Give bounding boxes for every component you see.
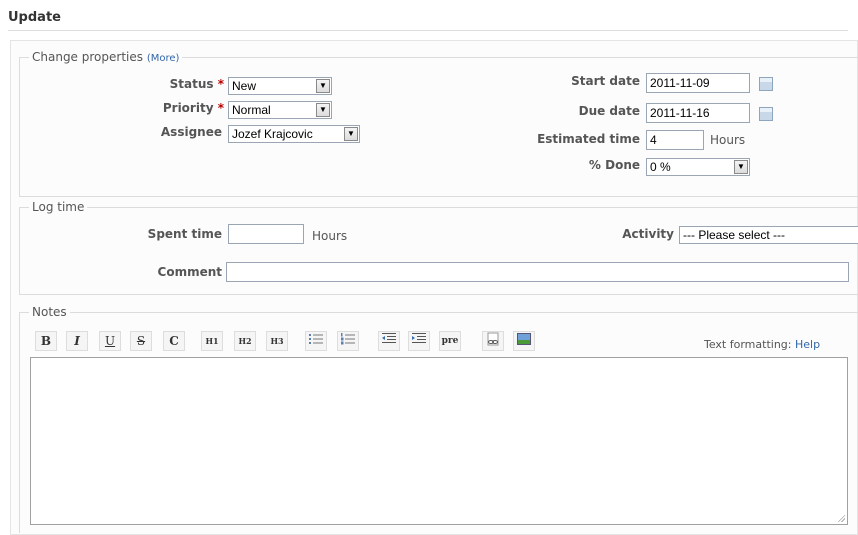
comment-input[interactable] bbox=[226, 262, 849, 282]
comment-label: Comment bbox=[157, 265, 222, 279]
status-label-text: Status bbox=[169, 77, 214, 91]
link-icon[interactable] bbox=[482, 331, 504, 351]
page-title: Update bbox=[8, 10, 61, 25]
done-select-value: 0 % bbox=[650, 160, 671, 174]
code-button[interactable]: C bbox=[163, 331, 185, 351]
status-label: Status * bbox=[120, 77, 224, 91]
activity-select-value: --- Please select --- bbox=[683, 228, 786, 242]
done-select[interactable]: 0 % ▼ bbox=[646, 158, 750, 176]
assignee-select-value: Jozef Krajcovic bbox=[232, 127, 313, 141]
status-select[interactable]: New ▼ bbox=[228, 77, 332, 95]
indent-icon[interactable] bbox=[408, 331, 430, 351]
h1-button[interactable]: H1 bbox=[201, 331, 223, 351]
change-properties-legend-text: Change properties bbox=[32, 50, 143, 64]
chevron-down-icon: ▼ bbox=[316, 79, 330, 93]
estimated-time-input[interactable]: 4 bbox=[646, 130, 704, 150]
h3-button[interactable]: H3 bbox=[266, 331, 288, 351]
text-formatting-label: Text formatting: bbox=[704, 338, 792, 351]
priority-label-text: Priority bbox=[162, 101, 214, 115]
chevron-down-icon: ▼ bbox=[734, 160, 748, 174]
start-date-input[interactable]: 2011-11-09 bbox=[646, 73, 750, 93]
spent-time-label: Spent time bbox=[147, 227, 222, 241]
activity-label: Activity bbox=[622, 227, 674, 241]
help-link[interactable]: Help bbox=[795, 338, 820, 351]
outdent-icon[interactable] bbox=[378, 331, 400, 351]
pre-button[interactable]: pre bbox=[439, 331, 461, 351]
notes-textarea[interactable] bbox=[30, 357, 848, 525]
status-required-marker: * bbox=[217, 77, 224, 91]
image-icon[interactable] bbox=[513, 331, 535, 351]
priority-required-marker: * bbox=[217, 101, 224, 115]
notes-legend: Notes bbox=[29, 305, 70, 319]
underline-button[interactable]: U bbox=[99, 331, 121, 351]
priority-select[interactable]: Normal ▼ bbox=[228, 101, 332, 119]
done-label: % Done bbox=[588, 158, 640, 172]
start-date-label: Start date bbox=[571, 74, 640, 88]
due-date-label: Due date bbox=[578, 104, 640, 118]
calendar-icon[interactable] bbox=[759, 77, 773, 91]
due-date-input[interactable]: 2011-11-16 bbox=[646, 103, 750, 123]
chevron-down-icon: ▼ bbox=[316, 103, 330, 117]
unordered-list-icon[interactable] bbox=[305, 331, 327, 351]
italic-button[interactable]: I bbox=[66, 331, 88, 351]
assignee-label: Assignee bbox=[160, 125, 222, 139]
priority-select-value: Normal bbox=[232, 103, 271, 117]
priority-label: Priority * bbox=[120, 101, 224, 115]
chevron-down-icon: ▼ bbox=[344, 127, 358, 141]
title-divider bbox=[8, 30, 848, 31]
more-link[interactable]: (More) bbox=[147, 53, 180, 64]
status-select-value: New bbox=[232, 79, 257, 93]
spent-time-unit: Hours bbox=[312, 229, 348, 243]
text-formatting: Text formatting: Help bbox=[704, 338, 820, 351]
assignee-select[interactable]: Jozef Krajcovic ▼ bbox=[228, 125, 360, 143]
h2-button[interactable]: H2 bbox=[234, 331, 256, 351]
strike-button[interactable]: S bbox=[130, 331, 152, 351]
change-properties-legend: Change properties (More) bbox=[29, 50, 183, 64]
spent-time-input[interactable] bbox=[228, 224, 304, 244]
log-time-legend: Log time bbox=[29, 200, 88, 214]
resize-grip-icon[interactable] bbox=[837, 514, 845, 522]
calendar-icon[interactable] bbox=[759, 107, 773, 121]
activity-select[interactable]: --- Please select --- bbox=[679, 226, 858, 244]
estimated-time-label: Estimated time bbox=[537, 132, 640, 146]
estimated-time-unit: Hours bbox=[710, 133, 746, 147]
ordered-list-icon[interactable] bbox=[337, 331, 359, 351]
bold-button[interactable]: B bbox=[35, 331, 57, 351]
